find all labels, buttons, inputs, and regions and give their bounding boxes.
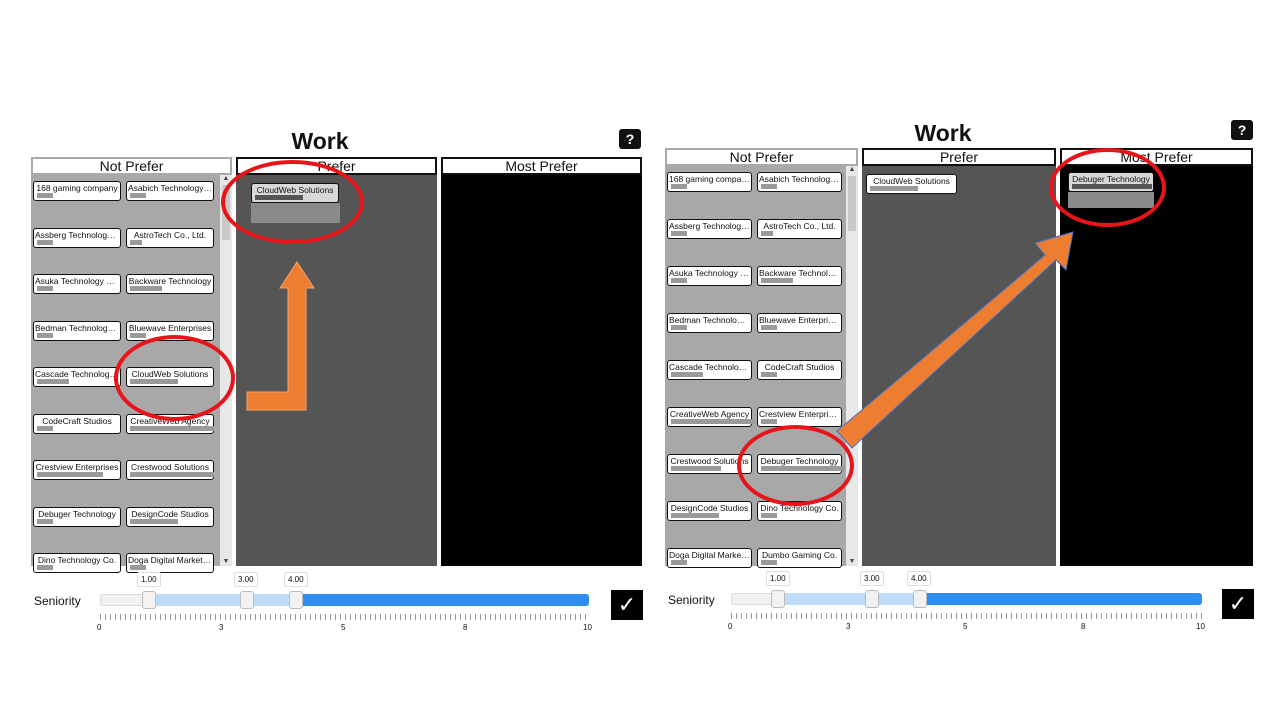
highlight-ring <box>737 425 854 506</box>
orange-diagonal-arrow <box>836 231 1074 449</box>
orange-up-arrow <box>246 261 315 411</box>
highlight-ring <box>114 335 235 421</box>
highlight-ring <box>1049 148 1166 227</box>
highlight-ring <box>221 160 364 244</box>
